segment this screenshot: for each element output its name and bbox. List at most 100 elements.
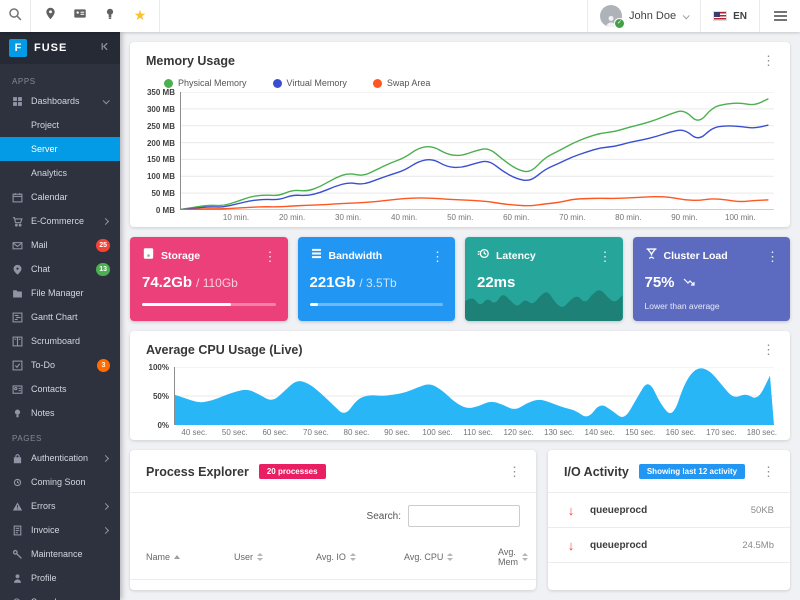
sidebar-item-notes[interactable]: Notes [0,401,120,425]
cpu-area-chart [175,367,774,425]
bandwidth-card: Bandwidth 221Gb / 3.5Tb [297,237,455,321]
column-header-avg-cpu[interactable]: Avg. CPU [404,552,498,562]
bottom-row: Process Explorer 20 processes Search: Na… [130,450,790,590]
shortcut-contacts-button[interactable] [65,0,95,32]
cpu-y-axis: 0% 50% 100% [148,363,169,430]
sidebar-item-analytics[interactable]: Analytics [0,161,120,185]
trending-down-icon [683,278,695,286]
stats-row: Storage 74.2Gb / 110Gb Bandwidth 22 [130,237,790,321]
shortcut-notes-button[interactable] [95,0,125,32]
sidebar-item-chat[interactable]: Chat 13 [0,257,120,281]
sidebar-item-search[interactable]: Search [0,590,120,600]
quick-panel-button[interactable] [760,0,800,32]
sidebar-item-todo[interactable]: To-Do 3 [0,353,120,377]
bandwidth-menu-kebab-icon[interactable] [431,250,443,263]
legend-dot-physical [164,78,173,88]
chevron-right-icon [101,502,110,510]
memory-menu-kebab-icon[interactable] [762,54,774,67]
sidebar-item-mail[interactable]: Mail 25 [0,233,120,257]
fuse-logo: F [9,39,27,57]
sidebar-item-errors[interactable]: Errors [0,494,120,518]
warning-icon [12,501,23,512]
toolbar-separator [159,0,160,32]
sidebar-item-file-manager[interactable]: File Manager [0,281,120,305]
bandwidth-value: 221Gb [309,274,356,291]
process-explorer-card: Process Explorer 20 processes Search: Na… [130,450,536,590]
cluster-load-title: Cluster Load [663,250,728,262]
top-toolbar: John Doe EN [0,0,800,32]
sidebar-item-project[interactable]: Project [0,113,120,137]
language-label: EN [733,10,747,22]
column-header-avg-io[interactable]: Avg. IO [316,552,404,562]
sidebar-item-dashboards[interactable]: Dashboards [0,89,120,113]
column-header-name[interactable]: Name [146,552,234,562]
chevron-down-icon [682,11,690,19]
cluster-menu-kebab-icon[interactable] [766,250,778,263]
sidebar-item-maintenance[interactable]: Maintenance [0,542,120,566]
sort-icon [349,553,356,561]
divider [548,562,790,563]
cluster-load-value: 75% [644,274,675,291]
memory-chart-plot [180,92,774,210]
sidebar-item-calendar[interactable]: Calendar [0,185,120,209]
storage-total: / 110Gb [196,276,238,290]
sidebar-item-authentication[interactable]: Authentication [0,446,120,470]
nav-section-pages: PAGES [12,434,42,443]
download-arrow-icon [564,538,578,553]
storage-title: Storage [161,250,201,262]
process-menu-kebab-icon[interactable] [508,465,520,478]
latency-clock-icon [477,247,490,265]
sidebar-item-coming-soon[interactable]: Coming Soon [0,470,120,494]
chat-badge: 13 [96,262,110,276]
io-count-badge: Showing last 12 activity [638,464,746,479]
io-activity-title: I/O Activity [564,464,629,479]
sidebar-item-server[interactable]: Server [0,137,120,161]
io-row[interactable]: queueprocd 50KB [548,493,790,527]
cpu-chart-plot [174,367,774,425]
sidebar-item-gantt-chart[interactable]: Gantt Chart [0,305,120,329]
sidebar-collapse-icon[interactable] [100,39,111,57]
storage-menu-kebab-icon[interactable] [264,250,276,263]
nav-section-apps: APPS [12,77,36,86]
latency-menu-kebab-icon[interactable] [599,250,611,263]
download-arrow-icon [564,503,578,518]
shortcut-favorite-button[interactable] [125,0,155,32]
io-menu-kebab-icon[interactable] [762,465,774,478]
cpu-usage-card: Average CPU Usage (Live) 0%50%100% 40 se… [130,331,790,440]
search-icon [12,597,23,600]
storage-disk-icon [142,247,155,265]
column-header-user[interactable]: User [234,552,316,562]
sidebar-item-ecommerce[interactable]: E-Commerce [0,209,120,233]
language-selector[interactable]: EN [701,0,759,32]
chevron-right-icon [101,526,110,534]
chat-icon [12,264,23,275]
io-row[interactable]: queueprocd 24.5Mb [548,528,790,562]
cpu-menu-kebab-icon[interactable] [762,343,774,356]
contact-card-icon [73,7,87,25]
user-menu[interactable]: John Doe [588,0,700,32]
mail-icon [12,240,23,251]
dashboard-icon [12,96,23,107]
calendar-icon [12,192,23,203]
toolbar-search-button[interactable] [0,0,30,32]
process-search-input[interactable] [408,505,520,527]
contacts-icon [12,384,23,395]
sidebar-item-invoice[interactable]: Invoice [0,518,120,542]
chevron-right-icon [101,454,110,462]
storage-card: Storage 74.2Gb / 110Gb [130,237,288,321]
lightbulb-icon [12,408,23,419]
memory-legend: Physical Memory Virtual Memory Swap Area [164,78,774,88]
chevron-down-icon [102,96,110,104]
column-header-avg-mem[interactable]: Avg. Mem [498,547,528,567]
memory-y-axis: 0 MB 50 MB 100 MB 150 MB 200 MB 250 MB 300 MB 3… [146,88,175,215]
memory-usage-card: Memory Usage Physical Memory Virtual Mem… [130,42,790,227]
sidebar-item-scrumboard[interactable]: Scrumboard [0,329,120,353]
sidebar-item-profile[interactable]: Profile [0,566,120,590]
shortcut-location-button[interactable] [35,0,65,32]
sidebar-item-contacts[interactable]: Contacts [0,377,120,401]
cluster-share-icon [645,247,658,265]
user-name: John Doe [629,10,677,22]
location-pin-icon [44,7,57,25]
gantt-chart-icon [12,312,23,323]
legend-item-virtual: Virtual Memory [272,78,347,88]
